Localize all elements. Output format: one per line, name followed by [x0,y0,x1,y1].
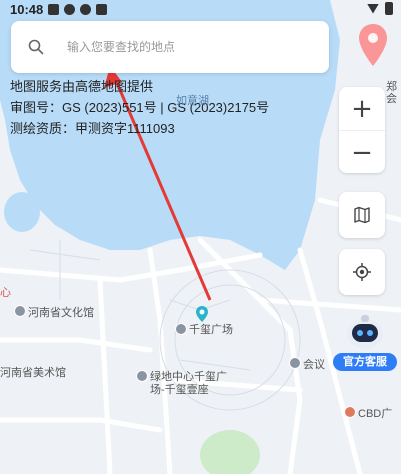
locate-button[interactable] [339,249,385,295]
locate-icon [353,263,371,281]
notification-icon [48,4,59,15]
zoom-in-button[interactable]: + [339,87,385,130]
map-label-cbd[interactable]: CBD广 [358,405,392,421]
customer-service-label: 官方客服 [333,353,397,371]
map-label-museum[interactable]: 河南省文化馆 [28,304,94,320]
status-bar: 10:48 [0,0,401,20]
notification-icons [48,4,107,15]
poi-marker[interactable] [289,357,301,369]
poi-marker[interactable] [136,370,148,382]
location-pin-icon [359,24,387,66]
battery-icon [385,2,393,15]
map-credits: 地图服务由高德地图提供 审图号：GS (2023)551号 | GS (2023… [10,76,269,139]
search-input[interactable]: 输入您要查找的地点 [67,38,175,55]
credit-qualification: 测绘资质：甲测资字1111093 [10,121,175,136]
poi-marker[interactable] [175,323,187,335]
map-layers-button[interactable] [339,192,385,238]
map-label-left-edge: 心 [0,287,11,299]
zoom-controls: + − [339,87,385,173]
credit-approval: 审图号：GS (2023)551号 | GS (2023)2175号 [10,100,270,115]
sync-icon [80,4,91,15]
wifi-icon [367,3,379,14]
zoom-out-button[interactable]: − [339,130,385,174]
download-icon [96,4,107,15]
poi-marker[interactable] [14,305,26,317]
map-label-plaza[interactable]: 千玺广场 [189,321,233,337]
map-label-greenland-2[interactable]: 场-千玺壹座 [150,381,209,397]
sync-icon [64,4,75,15]
robot-icon [347,315,383,349]
map-label-lake: 如意湖 [176,95,209,107]
customer-service-button[interactable]: 官方客服 [333,312,397,372]
status-time: 10:48 [10,2,44,17]
map-label-zheng2: 会 [386,93,397,105]
search-icon [28,39,44,55]
search-bar[interactable]: 输入您要查找的地点 [11,21,329,73]
map-label-convention[interactable]: 会议 [303,356,325,372]
poi-marker[interactable] [344,406,356,418]
map-icon [354,206,370,224]
system-icons [367,2,393,15]
credit-provider: 地图服务由高德地图提供 [10,79,154,94]
map-label-art[interactable]: 河南省美术馆 [0,364,66,380]
